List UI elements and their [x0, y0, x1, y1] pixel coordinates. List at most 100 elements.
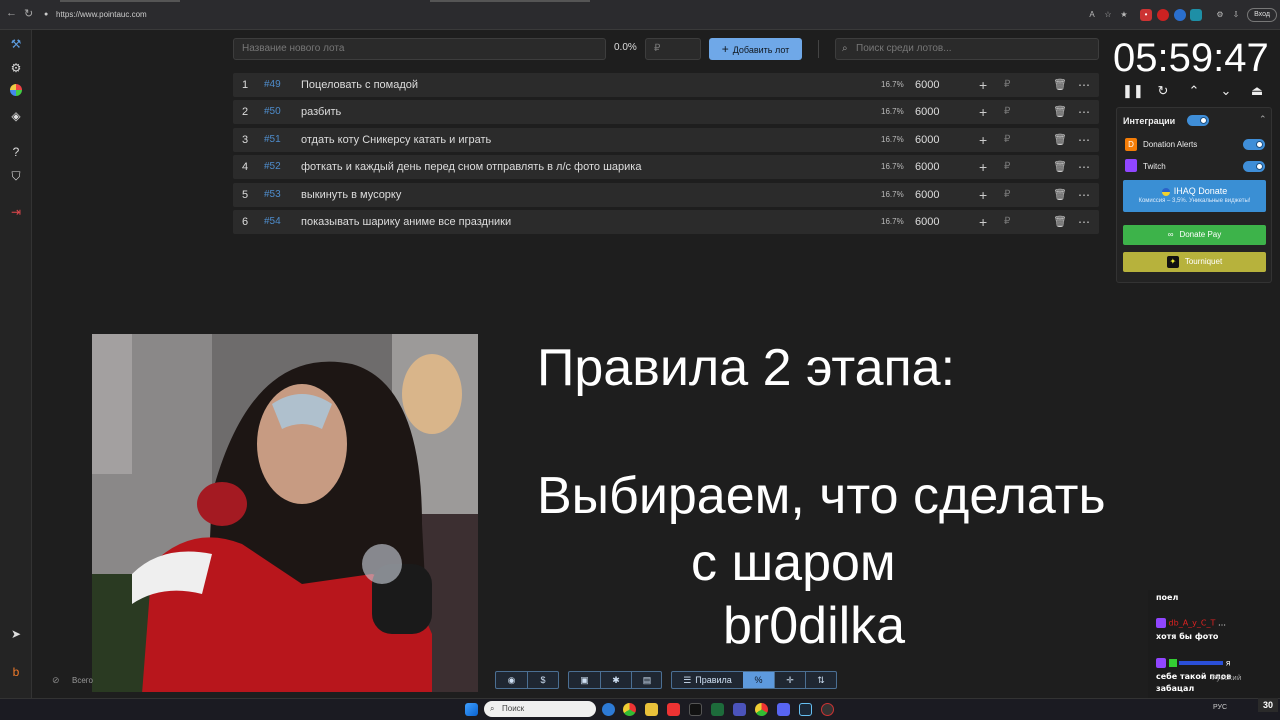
add-lot-button[interactable]: + Добавить лот [709, 38, 802, 60]
lot-name[interactable]: отдать коту Сникерсу катать и играть [301, 128, 491, 152]
chrome-icon[interactable] [623, 703, 636, 716]
ihaq-donate-button[interactable]: IHAQ Donate Комиссия – 3,5%. Уникальные … [1123, 180, 1266, 212]
lot-amount[interactable]: 6000 [915, 100, 939, 124]
steam-icon[interactable] [799, 703, 812, 716]
back-icon[interactable]: ← [6, 7, 17, 19]
extension-icon[interactable]: • [1140, 9, 1152, 21]
lot-name[interactable]: показывать шарику аниме все праздники [301, 210, 511, 234]
integrations-toggle[interactable] [1187, 115, 1209, 126]
lot-number: 6 [242, 216, 249, 228]
logout-icon[interactable]: ⇥ [8, 204, 24, 220]
teams-icon[interactable] [733, 703, 746, 716]
chevron-up-icon[interactable]: ⌃ [1259, 114, 1267, 125]
lot-amount[interactable]: 6000 [915, 73, 939, 97]
percent-icon[interactable]: % [743, 672, 774, 688]
obs-icon[interactable] [821, 703, 834, 716]
donation-alerts-toggle[interactable] [1243, 139, 1265, 150]
yandex-icon[interactable] [667, 703, 680, 716]
trash-icon[interactable]: 🗑 [1053, 183, 1067, 207]
lot-currency: ₽ [1004, 106, 1011, 117]
chevron-up-icon[interactable]: ⌃ [1185, 82, 1203, 100]
add-amount-icon[interactable]: + [979, 100, 987, 124]
download-icon[interactable]: ⇩ [1230, 9, 1242, 21]
more-icon[interactable]: ⋯ [1078, 128, 1090, 152]
more-icon[interactable]: ⋯ [1078, 183, 1090, 207]
pause-icon[interactable]: ❚❚ [1122, 82, 1144, 100]
add-amount-icon[interactable]: + [979, 210, 987, 234]
search-placeholder: Поиск среди лотов... [856, 43, 952, 54]
restart-icon[interactable]: ↻ [1154, 82, 1172, 100]
taskbar-search[interactable]: ⌕ Поиск [484, 701, 596, 717]
more-icon[interactable]: ⋯ [1078, 210, 1090, 234]
windows-start-icon[interactable] [465, 703, 478, 716]
bug-icon[interactable]: ✱ [600, 672, 631, 688]
add-amount-icon[interactable]: + [979, 73, 987, 97]
twitch-icon [1125, 159, 1137, 172]
language-indicator[interactable]: РУС [1213, 704, 1227, 711]
more-icon[interactable]: ⋯ [1078, 155, 1090, 179]
eject-icon[interactable]: ⏏ [1248, 82, 1266, 100]
lot-name[interactable]: фоткать и каждый день перед сном отправл… [301, 155, 641, 179]
add-amount-icon[interactable]: + [979, 155, 987, 179]
trash-icon[interactable]: 🗑 [1053, 128, 1067, 152]
more-icon[interactable]: ⋯ [1078, 100, 1090, 124]
delete-icon[interactable]: ▤ [631, 672, 662, 688]
settings-icon[interactable]: ⚙ [8, 60, 24, 76]
move-icon[interactable]: ✛ [774, 672, 805, 688]
sort-icon[interactable]: ⇅ [805, 672, 836, 688]
trash-icon[interactable]: 🗑 [1053, 155, 1067, 179]
discord-icon[interactable] [777, 703, 790, 716]
donate-pay-button[interactable]: ∞ Donate Pay [1123, 225, 1266, 245]
lot-name[interactable]: выкинуть в мусорку [301, 183, 401, 207]
info-icon[interactable]: ▣ [569, 672, 600, 688]
bookmark-icon[interactable]: ☆ [1102, 9, 1114, 21]
trash-icon[interactable]: 🗑 [1053, 100, 1067, 124]
trash-icon[interactable]: 🗑 [1053, 73, 1067, 97]
add-amount-icon[interactable]: + [979, 183, 987, 207]
profile-button[interactable]: Вход [1247, 8, 1277, 22]
reload-icon[interactable]: ↻ [24, 7, 33, 20]
divider [818, 40, 819, 58]
github-icon[interactable]: ◉ [496, 672, 527, 688]
boosty-icon[interactable]: b [8, 664, 24, 680]
edge-icon[interactable] [602, 703, 615, 716]
layers-icon[interactable]: ◈ [8, 108, 24, 124]
auction-hammer-icon[interactable]: ⚒ [8, 36, 24, 52]
new-lot-input[interactable]: Название нового лота [233, 38, 606, 60]
address-bar[interactable]: ● https://www.pointauc.com [40, 7, 1080, 23]
dollar-icon[interactable]: $ [527, 672, 558, 688]
lot-amount[interactable]: 6000 [915, 128, 939, 152]
shield-icon[interactable]: ⛉ [8, 168, 24, 184]
excel-icon[interactable] [711, 703, 724, 716]
chrome-icon[interactable] [755, 703, 768, 716]
extension-icon[interactable] [1157, 9, 1169, 21]
search-input[interactable]: ⌕ Поиск среди лотов... [835, 38, 1099, 60]
star-icon[interactable]: ★ [1118, 9, 1130, 21]
lot-amount[interactable]: 6000 [915, 155, 939, 179]
lot-amount[interactable]: 6000 [915, 183, 939, 207]
chevron-down-icon[interactable]: ⌄ [1217, 82, 1235, 100]
toolbar-group: ▣ ✱ ▤ [568, 671, 662, 689]
hide-icon[interactable]: ⊘ [52, 675, 60, 686]
help-icon[interactable]: ? [8, 144, 24, 160]
twitch-toggle[interactable] [1243, 161, 1265, 172]
rules-button[interactable]: ☰ Правила [672, 672, 743, 688]
add-amount-icon[interactable]: + [979, 128, 987, 152]
lot-name[interactable]: Поцеловать с помадой [301, 73, 418, 97]
translate-icon[interactable]: A [1086, 9, 1098, 21]
extension-icon[interactable] [1190, 9, 1202, 21]
puzzle-icon[interactable]: ⚙ [1214, 9, 1226, 21]
webcam-image [92, 334, 478, 692]
tiktok-icon[interactable] [689, 703, 702, 716]
trash-icon[interactable]: 🗑 [1053, 210, 1067, 234]
folder-icon[interactable] [645, 703, 658, 716]
lot-id: #53 [264, 189, 281, 200]
more-icon[interactable]: ⋯ [1078, 73, 1090, 97]
amount-input[interactable]: ₽ [645, 38, 701, 60]
tourniquet-button[interactable]: ✦ Tourniquet [1123, 252, 1266, 272]
wheel-icon[interactable] [8, 84, 24, 100]
telegram-icon[interactable]: ➤ [8, 626, 24, 642]
extension-icon[interactable] [1174, 9, 1186, 21]
lot-amount[interactable]: 6000 [915, 210, 939, 234]
lot-name[interactable]: разбить [301, 100, 341, 124]
